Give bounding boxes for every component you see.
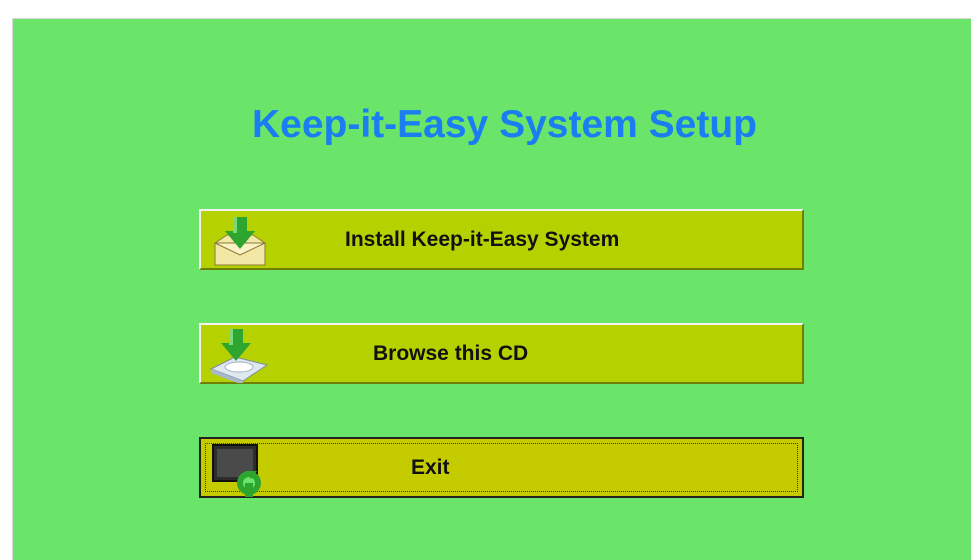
exit-button-label: Exit <box>411 456 450 479</box>
browse-cd-icon <box>209 327 269 383</box>
exit-icon <box>209 441 269 497</box>
setup-window: Keep-it-Easy System Setup Install Keep-i… <box>12 18 971 560</box>
install-button[interactable]: Install Keep-it-Easy System <box>199 209 804 270</box>
page-title: Keep-it-Easy System Setup <box>251 103 757 146</box>
browse-button-label: Browse this CD <box>373 342 529 365</box>
exit-button[interactable]: Exit <box>199 437 804 498</box>
install-button-label: Install Keep-it-Easy System <box>345 228 620 251</box>
focus-ring <box>205 443 798 492</box>
install-download-icon <box>209 213 269 269</box>
browse-cd-button[interactable]: Browse this CD <box>199 323 804 384</box>
